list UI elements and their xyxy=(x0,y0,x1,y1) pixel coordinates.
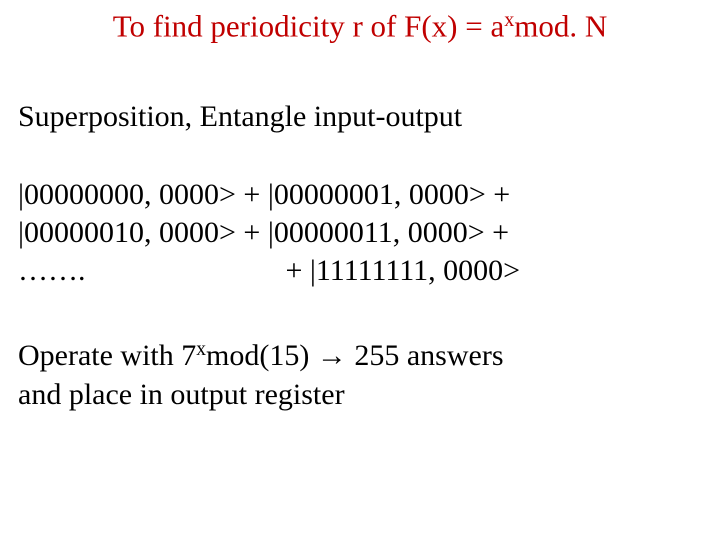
arrow-icon: → xyxy=(317,339,347,372)
title-text-post: mod. N xyxy=(514,8,607,43)
title-text-pre: To find periodicity r of F(x) = a xyxy=(113,8,505,43)
subtitle: Superposition, Entangle input-output xyxy=(18,100,708,135)
operate-line-2: and place in output register xyxy=(18,378,708,413)
title-exponent: x xyxy=(504,9,514,31)
op-text-c: 255 answers xyxy=(347,339,504,372)
slide: To find periodicity r of F(x) = axmod. N… xyxy=(0,0,720,540)
op-text-a: Operate with 7 xyxy=(18,339,196,372)
ket-line-3: ……. + |11111111, 0000> xyxy=(18,254,708,289)
ket-final: + |11111111, 0000> xyxy=(286,254,521,287)
ket-ellipsis: ……. xyxy=(18,254,278,289)
op-text-b: mod(15) xyxy=(206,339,317,372)
operate-line-1: Operate with 7xmod(15) → 255 answers xyxy=(18,338,708,374)
slide-title: To find periodicity r of F(x) = axmod. N xyxy=(0,8,720,44)
ket-line-1: |00000000, 0000> + |00000001, 0000> + xyxy=(18,178,708,213)
ket-line-2: |00000010, 0000> + |00000011, 0000> + xyxy=(18,216,708,251)
op-exponent: x xyxy=(196,339,206,360)
